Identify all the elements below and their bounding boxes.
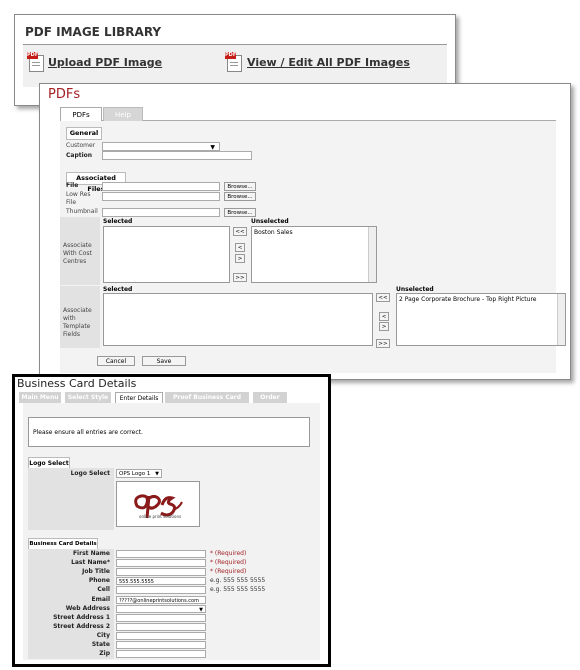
general-heading: General (66, 127, 102, 140)
chevron-down-icon: ▼ (155, 471, 159, 477)
thumbnail-label: Thumbnail (66, 208, 98, 215)
field-input[interactable] (116, 586, 206, 595)
logo-select[interactable]: OPS Logo 1 ▼ (116, 469, 162, 478)
field-label: Email (91, 595, 110, 603)
add-all-cost-centres-button[interactable]: >> (233, 273, 247, 282)
upload-pdf-image-link[interactable]: Upload PDF Image (48, 56, 162, 69)
cost-centres-unselected-list[interactable]: Boston Sales (251, 226, 377, 283)
caption-input[interactable] (102, 151, 252, 160)
ops-logo-icon (134, 494, 183, 519)
template-fields-label: Associate with Template Fields (63, 307, 92, 338)
example-note: e.g. 555 555 5555 (210, 577, 266, 585)
required-note: * (Required) (210, 559, 247, 567)
logo-select-label: Logo Select (70, 470, 110, 477)
field-input[interactable] (116, 550, 206, 558)
field-label: Last Name* (71, 559, 110, 567)
cost-centres-selected-heading: Selected (103, 218, 133, 225)
browse-thumbnail-button[interactable]: Browse... (224, 208, 256, 217)
tab-main-menu[interactable]: Main Menu (19, 392, 61, 403)
logo-select-value: OPS Logo 1 (119, 471, 151, 477)
field-label: Job Title (82, 568, 110, 576)
field-value: 555.555.5555 (119, 579, 154, 586)
tab-proof-business-card[interactable]: Proof Business Card (165, 392, 249, 403)
list-item[interactable]: 2 Page Corporate Brochure - Top Right Pi… (399, 296, 563, 303)
cost-centres-label: Associate With Cost Centres (63, 242, 92, 265)
low-res-file-label: Low Res File (66, 191, 91, 206)
business-card-title: Business Card Details (17, 377, 137, 390)
notice-box: Please ensure all entries are correct. (28, 417, 310, 447)
required-note: * (Required) (210, 550, 247, 557)
field-value: ?????@onlineprintsolutions.com (119, 597, 199, 604)
browse-low-res-button[interactable]: Browse... (224, 192, 256, 201)
notice-text: Please ensure all entries are correct. (33, 429, 143, 436)
file-input[interactable] (102, 182, 220, 191)
template-fields-unselected-heading: Unselected (396, 286, 434, 293)
business-card-panel: Business Card Details Main Menu Select S… (12, 374, 331, 667)
field-label: Cell (97, 586, 110, 594)
thumbnail-input[interactable] (102, 208, 220, 217)
add-cost-centre-button[interactable]: > (235, 254, 245, 263)
scrollbar[interactable] (368, 227, 376, 282)
example-note: e.g. 555 555 5555 (210, 586, 266, 594)
pdfs-title: PDFs (48, 87, 81, 102)
remove-template-field-button[interactable]: < (379, 312, 389, 321)
cost-centres-selected-list[interactable] (103, 226, 230, 283)
customer-select[interactable]: ▼ (102, 142, 220, 151)
chevron-down-icon: ▼ (199, 606, 203, 613)
field-input[interactable] (116, 650, 206, 659)
field-label: Web Address (65, 604, 110, 612)
add-all-template-fields-button[interactable]: >> (376, 339, 390, 348)
logo-preview: online print solutions (116, 481, 200, 527)
field-label: Street Address 2 (53, 622, 110, 630)
template-fields-unselected-list[interactable]: 2 Page Corporate Brochure - Top Right Pi… (396, 293, 566, 346)
caption-label: Caption (66, 152, 93, 159)
tab-select-style[interactable]: Select Style (65, 392, 111, 403)
view-edit-all-pdf-images-link[interactable]: View / Edit All PDF Images (247, 56, 410, 69)
customer-label: Customer (66, 142, 96, 149)
field-input[interactable]: 555.555.5555 (116, 577, 206, 586)
add-template-field-button[interactable]: > (379, 322, 389, 331)
pdfs-form: General Customer ▼ Caption Associated Fi… (60, 121, 566, 373)
remove-all-cost-centres-button[interactable]: << (233, 227, 247, 236)
field-input[interactable] (116, 559, 206, 568)
browse-file-button[interactable]: Browse... (224, 182, 256, 191)
logo-caption: online print solutions (139, 514, 182, 519)
required-note: * (Required) (210, 568, 247, 576)
pdf-icon: PDF (27, 52, 44, 72)
cost-centres-unselected-heading: Unselected (251, 218, 289, 225)
template-fields-selected-heading: Selected (103, 286, 133, 293)
field-input[interactable] (116, 622, 206, 631)
field-input[interactable] (116, 613, 206, 622)
remove-all-template-fields-button[interactable]: << (376, 293, 390, 302)
logo-label-cell (28, 468, 114, 530)
scrollbar[interactable] (557, 294, 565, 345)
pdfs-panel: PDFs PDFs Details Help General Customer … (39, 83, 571, 380)
field-label: Zip (99, 650, 110, 658)
template-fields-selected-list[interactable] (103, 293, 373, 346)
field-label: First Name (72, 550, 110, 557)
low-res-file-input[interactable] (102, 192, 220, 201)
field-input[interactable] (116, 641, 206, 649)
field-input[interactable] (116, 568, 206, 577)
field-input[interactable] (116, 631, 206, 640)
file-label: File (66, 182, 79, 189)
business-card-form: Please ensure all entries are correct. L… (23, 403, 320, 660)
pdf-icon: PDF (225, 52, 242, 72)
field-label: State (91, 641, 110, 648)
remove-cost-centre-button[interactable]: < (235, 243, 245, 252)
field-label: Phone (88, 577, 110, 585)
cancel-button[interactable]: Cancel (97, 356, 135, 366)
field-input[interactable]: ▼ (116, 604, 206, 613)
save-button[interactable]: Save (142, 356, 186, 366)
field-label: City (96, 631, 110, 639)
list-item[interactable]: Boston Sales (254, 229, 374, 236)
field-input[interactable]: ?????@onlineprintsolutions.com (116, 595, 206, 604)
field-label: Street Address 1 (53, 613, 110, 621)
library-title: PDF IMAGE LIBRARY (25, 25, 162, 39)
tab-order[interactable]: Order (253, 392, 287, 403)
